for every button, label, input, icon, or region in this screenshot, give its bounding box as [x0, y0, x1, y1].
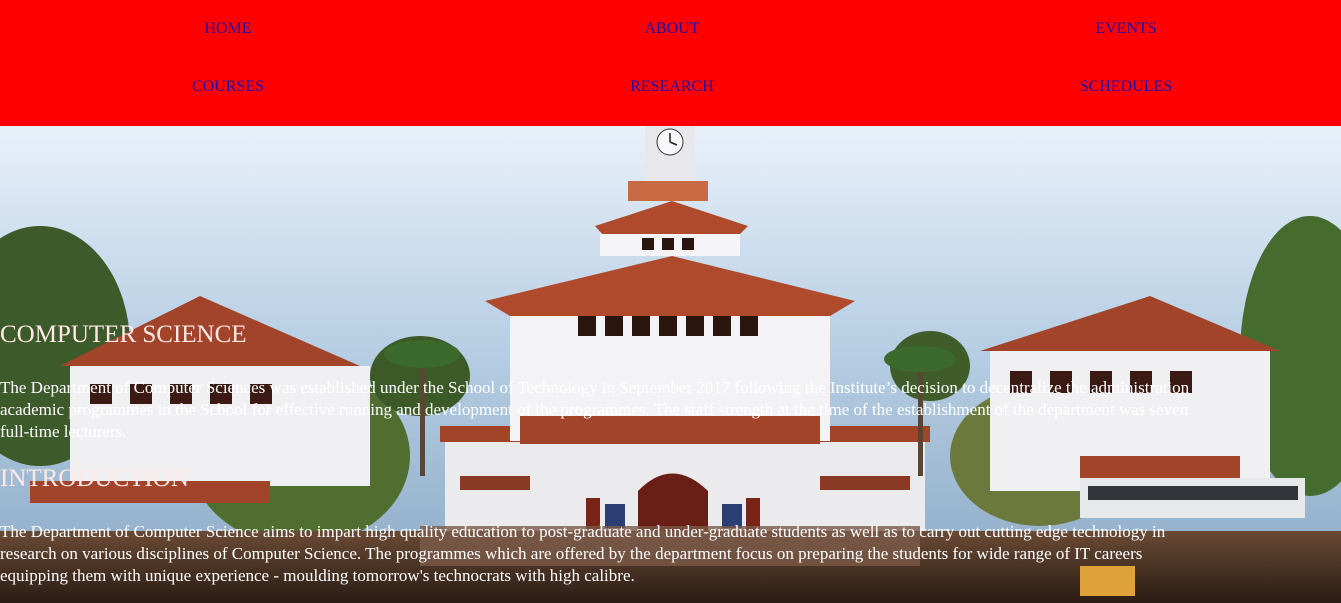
- nav-link-events[interactable]: EVENTS: [1095, 20, 1156, 38]
- section-paragraph-introduction: The Department of Computer Science aims …: [0, 521, 1341, 587]
- section-paragraph-computer-science: The Department of Computer Sciences was …: [0, 377, 1341, 443]
- top-navigation: HOME ABOUT EVENTS COURSES RESEARCH SCHED…: [0, 0, 1341, 126]
- paragraph-line: research on various disciplines of Compu…: [0, 544, 1143, 563]
- paragraph-line: The Department of Computer Science aims …: [0, 522, 1166, 541]
- section-heading-computer-science: COMPUTER SCIENCE: [0, 321, 247, 348]
- nav-link-home[interactable]: HOME: [204, 20, 251, 38]
- nav-link-about[interactable]: ABOUT: [644, 20, 699, 38]
- section-heading-introduction: INTRODUCTION: [0, 465, 189, 492]
- paragraph-line: academic programmes in the School for ef…: [0, 400, 1189, 419]
- paragraph-line: full-time lecturers.: [0, 422, 127, 441]
- nav-link-schedules[interactable]: SCHEDULES: [1080, 78, 1172, 96]
- nav-link-research[interactable]: RESEARCH: [630, 78, 714, 96]
- paragraph-line: equipping them with unique experience - …: [0, 566, 635, 585]
- nav-link-courses[interactable]: COURSES: [192, 78, 264, 96]
- paragraph-line: The Department of Computer Sciences was …: [0, 378, 1190, 397]
